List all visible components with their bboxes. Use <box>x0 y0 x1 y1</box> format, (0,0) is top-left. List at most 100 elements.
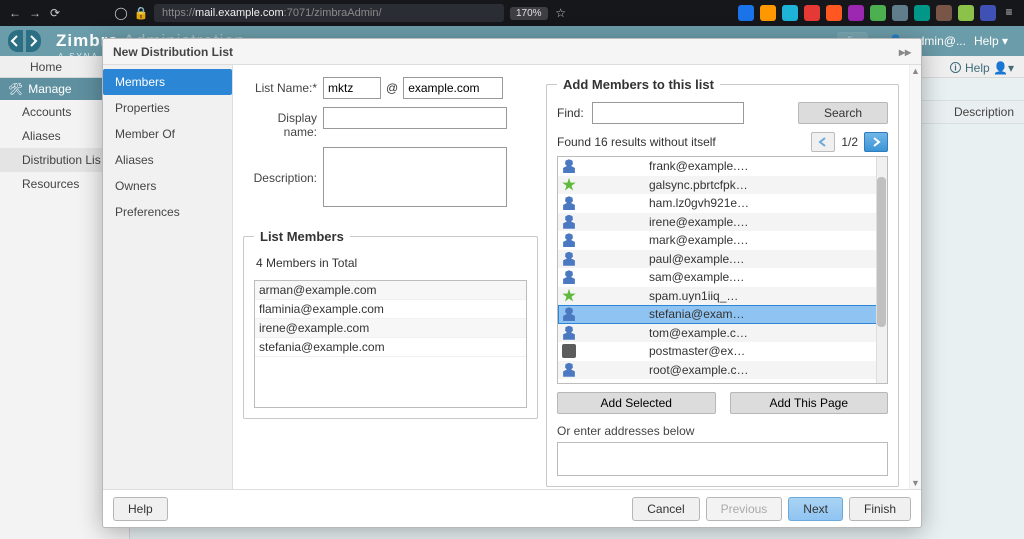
person-icon <box>562 363 576 377</box>
ext-icon[interactable] <box>914 5 930 21</box>
finish-button[interactable]: Finish <box>849 497 911 521</box>
find-input[interactable] <box>592 102 744 124</box>
result-row[interactable]: mark@example.… <box>558 231 887 250</box>
grid-col-description[interactable]: Description <box>954 105 1014 119</box>
back-icon[interactable]: ← <box>8 6 22 20</box>
result-row[interactable]: sam@example.… <box>558 268 887 287</box>
history-forward-button[interactable] <box>26 30 41 52</box>
star-icon <box>562 178 576 192</box>
result-row[interactable]: irene@example.… <box>558 213 887 232</box>
ext-icon[interactable] <box>826 5 842 21</box>
list-members-fieldset: List Members 4 Members in Total arman@ex… <box>243 229 538 419</box>
results-count: Found 16 results without itself <box>557 135 716 149</box>
ext-icon[interactable] <box>848 5 864 21</box>
ext-icon[interactable] <box>804 5 820 21</box>
scrollbar-thumb[interactable] <box>877 177 886 327</box>
left-column: List Name:* @ Display name: Description:… <box>243 77 538 489</box>
ext-icon[interactable] <box>892 5 908 21</box>
results-list[interactable]: frank@example.… galsync.pbrtcfpk…ham.lz0g… <box>557 156 888 384</box>
result-email: frank@example.… <box>584 159 873 173</box>
menu-icon[interactable]: ≡ <box>1002 5 1016 19</box>
scroll-up-icon[interactable]: ▲ <box>910 65 921 77</box>
ext-icon[interactable] <box>980 5 996 21</box>
result-row[interactable]: frank@example.… <box>558 157 887 176</box>
sidebar-manage-label: Manage <box>28 82 71 96</box>
dialog-scrollbar[interactable]: ▲ ▼ <box>909 65 921 489</box>
at-symbol: @ <box>381 77 403 99</box>
add-this-page-button[interactable]: Add This Page <box>730 392 889 414</box>
next-button[interactable]: Next <box>788 497 843 521</box>
reload-icon[interactable]: ⟳ <box>48 6 62 20</box>
pager-prev-button[interactable] <box>811 132 835 152</box>
find-label: Find: <box>557 106 584 120</box>
ext-icon[interactable] <box>958 5 974 21</box>
result-email: root@example.c… <box>584 363 873 377</box>
listname-input[interactable] <box>323 77 381 99</box>
person-icon <box>562 159 576 173</box>
help2-button[interactable]: 🛈 Help 👤▾ <box>949 59 1014 80</box>
nav-item-member-of[interactable]: Member Of <box>103 121 232 147</box>
pager-next-button[interactable] <box>864 132 888 152</box>
dialog-footer: Help Cancel Previous Next Finish <box>103 489 921 527</box>
or-enter-label: Or enter addresses below <box>557 424 888 438</box>
nav-item-members[interactable]: Members <box>103 69 232 95</box>
help-menu[interactable]: Help ▾ <box>974 34 1008 48</box>
nav-item-aliases[interactable]: Aliases <box>103 147 232 173</box>
domain-input[interactable] <box>403 77 503 99</box>
displayname-input[interactable] <box>323 107 507 129</box>
result-email: mark@example.… <box>584 233 873 247</box>
member-row[interactable]: flaminia@example.com <box>255 300 526 319</box>
url-bar[interactable]: https:// mail.example.com :7071/zimbraAd… <box>154 4 504 22</box>
add-members-fieldset: Add Members to this list Find: Search Fo… <box>546 77 899 487</box>
history-back-button[interactable] <box>8 30 23 52</box>
ext-icon[interactable] <box>782 5 798 21</box>
star-outline-icon[interactable]: ☆ <box>554 6 568 20</box>
member-row[interactable]: stefania@example.com <box>255 338 526 357</box>
member-row[interactable]: arman@example.com <box>255 281 526 300</box>
member-list[interactable]: arman@example.comflaminia@example.comire… <box>254 280 527 408</box>
addresses-textarea[interactable] <box>557 442 888 476</box>
listname-label: List Name:* <box>243 77 323 95</box>
extension-icons: ≡ <box>738 5 1016 21</box>
result-email: irene@example.… <box>584 215 873 229</box>
browser-chrome: ← → ⟳ ◯ 🔒 https:// mail.example.com :707… <box>0 0 1024 26</box>
result-row[interactable]: ham.lz0gvh921e… <box>558 194 887 213</box>
collapse-icon[interactable]: ▸▸ <box>899 45 911 59</box>
cancel-button[interactable]: Cancel <box>632 497 699 521</box>
description-textarea[interactable] <box>323 147 507 207</box>
member-count: 4 Members in Total <box>256 256 527 270</box>
result-email: tom@example.c… <box>584 326 873 340</box>
nav-item-preferences[interactable]: Preferences <box>103 199 232 225</box>
forward-icon[interactable]: → <box>28 6 42 20</box>
result-row[interactable]: postmaster@ex… <box>558 342 887 361</box>
result-row[interactable]: paul@example.… <box>558 250 887 269</box>
previous-button: Previous <box>706 497 783 521</box>
ext-icon[interactable] <box>760 5 776 21</box>
member-row[interactable]: irene@example.com <box>255 319 526 338</box>
ext-icon[interactable] <box>738 5 754 21</box>
displayname-label: Display name: <box>243 107 323 139</box>
scroll-down-icon[interactable]: ▼ <box>910 477 921 489</box>
result-email: paul@example.… <box>584 252 873 266</box>
description-label: Description: <box>243 147 323 185</box>
right-column: Add Members to this list Find: Search Fo… <box>546 77 899 489</box>
add-selected-button[interactable]: Add Selected <box>557 392 716 414</box>
person-icon <box>562 215 576 229</box>
result-row[interactable]: galsync.pbrtcfpk… <box>558 176 887 195</box>
result-row[interactable]: stefania@exam… <box>558 305 887 324</box>
nav-item-owners[interactable]: Owners <box>103 173 232 199</box>
person-icon <box>562 307 576 321</box>
ext-icon[interactable] <box>936 5 952 21</box>
search-button[interactable]: Search <box>798 102 888 124</box>
result-row[interactable]: tom@example.c… <box>558 324 887 343</box>
add-members-legend: Add Members to this list <box>557 77 720 92</box>
zoom-badge[interactable]: 170% <box>510 7 548 20</box>
help-button[interactable]: Help <box>113 497 168 521</box>
result-row[interactable]: root@example.c… <box>558 361 887 380</box>
ext-icon[interactable] <box>870 5 886 21</box>
nav-item-properties[interactable]: Properties <box>103 95 232 121</box>
result-row[interactable]: spam.uyn1iiq_… <box>558 287 887 306</box>
dialog-titlebar: New Distribution List ▸▸ <box>103 39 921 65</box>
scrollbar-track[interactable] <box>876 157 887 383</box>
lock-icon: 🔒 <box>134 6 148 20</box>
